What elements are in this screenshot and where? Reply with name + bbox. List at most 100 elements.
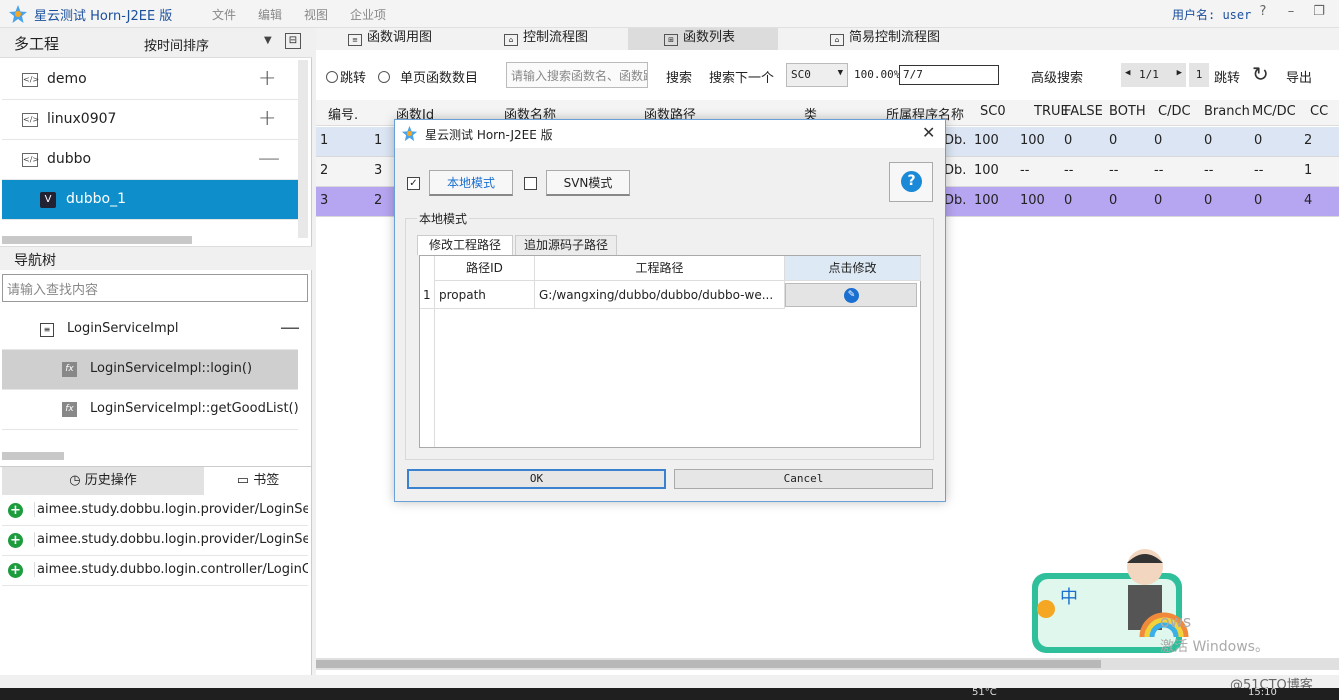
local-mode-checkbox[interactable]: ✓ (407, 177, 420, 190)
col-header-project-path[interactable]: 工程路径 (535, 256, 785, 281)
scrollbar-thumb[interactable] (316, 660, 1101, 668)
page-number-input[interactable]: 1 (1189, 63, 1209, 87)
advanced-search-button[interactable]: 高级搜索 (1031, 67, 1083, 86)
cell: 0 (1204, 133, 1213, 148)
activate-windows-line1: ows (1160, 612, 1192, 631)
cell: 2 (374, 193, 383, 208)
col-header[interactable]: BOTH (1109, 104, 1146, 119)
dialog-title-bar: 星云测试 Horn-J2EE 版 ✕ (395, 120, 945, 148)
collapse-icon[interactable]: — (258, 146, 280, 171)
jump-button[interactable]: 跳转 (1214, 67, 1240, 86)
prev-page-icon[interactable]: ◀ (1125, 68, 1130, 78)
project-item-dubbo[interactable]: </> dubbo — (2, 140, 298, 180)
code-file-icon: </> (22, 153, 39, 167)
toolbar: 跳转 单页函数数目 请输入搜索函数名、函数路径 搜索 搜索下一个 SC0 ▼ 10… (316, 58, 1339, 94)
range-input[interactable]: 7/7 (899, 65, 999, 85)
history-row[interactable]: + aimee.study.dobbu.login.provider/Login… (2, 496, 308, 526)
cell: 100 (1020, 133, 1045, 148)
tree-item-class[interactable]: ≡ LoginServiceImpl — (2, 310, 300, 350)
projects-vertical-scrollbar[interactable] (298, 60, 308, 238)
bookmark-icon: ▭ (236, 473, 254, 488)
code-file-icon: </> (22, 73, 39, 87)
projects-title: 多工程 (14, 35, 60, 53)
tab-control-flow[interactable]: ⌂ 控制流程图 (504, 28, 624, 50)
col-header[interactable]: C/DC (1158, 104, 1191, 119)
path-id-cell[interactable]: propath (435, 281, 535, 309)
expand-icon[interactable]: + (258, 106, 276, 131)
tab-history[interactable]: ◷ 历史操作 (2, 467, 204, 495)
col-header-edit[interactable]: 点击修改 (785, 256, 921, 281)
svn-mode-button[interactable]: SVN模式 (546, 170, 630, 196)
menu-edit[interactable]: 编辑 (258, 6, 282, 23)
svn-mode-checkbox[interactable] (524, 177, 537, 190)
collapse-icon[interactable]: — (280, 315, 300, 339)
help-window-button[interactable]: ? (1256, 4, 1270, 19)
function-search-input[interactable]: 请输入搜索函数名、函数路径 (506, 62, 648, 88)
local-mode-button[interactable]: 本地模式 (429, 170, 513, 196)
search-button[interactable]: 搜索 (666, 67, 692, 86)
tab-bookmarks[interactable]: ▭ 书签 (206, 467, 310, 495)
settings-dialog: 星云测试 Horn-J2EE 版 ✕ ✓ 本地模式 SVN模式 ? 本地模式 修… (394, 119, 946, 502)
coverage-percent: 100.00% (854, 68, 901, 81)
tab-control-flow-label: 控制流程图 (523, 30, 589, 45)
taskbar-clock: 15:10 (1248, 687, 1277, 698)
function-icon: fx (62, 362, 77, 377)
nav-horizontal-scrollbar[interactable] (2, 452, 64, 460)
col-header[interactable]: SC0 (980, 104, 1006, 119)
restore-button[interactable]: ❐ (1312, 4, 1326, 19)
project-item-demo[interactable]: </> demo + (2, 60, 298, 100)
chevron-down-icon: ▼ (837, 68, 843, 78)
metric-select[interactable]: SC0 ▼ (786, 63, 848, 87)
edit-path-button[interactable]: ✎ (785, 283, 917, 307)
jump-radio-label: 跳转 (340, 71, 367, 86)
help-button[interactable]: ? (889, 162, 933, 202)
add-icon: + (8, 563, 23, 578)
menu-file[interactable]: 文件 (212, 6, 236, 23)
search-next-button[interactable]: 搜索下一个 (709, 67, 774, 86)
history-row[interactable]: + aimee.study.dubbo.login.controller/Log… (2, 556, 308, 586)
col-header[interactable]: FALSE (1064, 104, 1103, 119)
nav-search-input[interactable]: 请输入查找内容 (2, 274, 308, 302)
refresh-icon[interactable]: ↻ (1252, 62, 1269, 86)
tab-append-source-path[interactable]: 追加源码子路径 (515, 235, 617, 255)
jump-radio[interactable]: 跳转 (326, 67, 366, 86)
tab-function-list[interactable]: ⊞ 函数列表 (628, 28, 778, 50)
sort-dropdown[interactable]: 按时间排序 (144, 35, 209, 54)
project-path-cell[interactable]: G:/wangxing/dubbo/dubbo/dubbo-we... (535, 281, 785, 309)
pencil-icon: ✎ (844, 288, 859, 303)
title-bar: 星云测试 Horn-J2EE 版 文件 编辑 视图 企业项 用户名: user … (0, 0, 1339, 28)
chevron-down-icon[interactable]: ▼ (264, 35, 272, 46)
expand-icon[interactable]: + (258, 66, 276, 91)
close-icon[interactable]: ✕ (922, 123, 935, 142)
collapse-all-icon[interactable]: ⊟ (285, 33, 301, 49)
next-page-icon[interactable]: ▶ (1177, 68, 1182, 78)
menu-view[interactable]: 视图 (304, 6, 328, 23)
single-page-radio[interactable]: 单页函数数目 (378, 67, 478, 86)
col-header[interactable]: Branch (1204, 104, 1250, 119)
cell: Db. (944, 193, 967, 208)
metric-select-value: SC0 (791, 68, 811, 81)
col-header[interactable]: 编号. (328, 104, 358, 123)
tree-item-method-getgoodlist[interactable]: fx LoginServiceImpl::getGoodList() (2, 390, 299, 430)
cell: Db. (944, 163, 967, 178)
cancel-button[interactable]: Cancel (674, 469, 933, 489)
projects-horizontal-scrollbar[interactable] (2, 236, 192, 244)
tab-simple-flow[interactable]: ⌂ 简易控制流程图 (830, 28, 980, 50)
project-item-linux0907[interactable]: </> linux0907 + (2, 100, 298, 140)
menu-enterprise[interactable]: 企业项 (350, 6, 386, 23)
tree-item-method-login[interactable]: fx LoginServiceImpl::login() (2, 350, 298, 390)
history-row[interactable]: + aimee.study.dobbu.login.provider/Login… (2, 526, 308, 556)
project-child-dubbo-1[interactable]: V dubbo_1 (2, 180, 298, 220)
export-button[interactable]: 导出 (1286, 67, 1312, 86)
col-header[interactable]: CC (1310, 104, 1328, 119)
cell: 3 (374, 163, 383, 178)
ok-button[interactable]: OK (407, 469, 666, 489)
tab-call-graph[interactable]: ≡ 函数调用图 (348, 28, 458, 50)
col-header[interactable]: MC/DC (1252, 104, 1296, 119)
col-header-path-id[interactable]: 路径ID (435, 256, 535, 281)
grid-horizontal-scrollbar[interactable] (316, 658, 1339, 670)
add-icon: + (8, 503, 23, 518)
minimize-button[interactable]: – (1284, 4, 1298, 19)
tab-edit-project-path[interactable]: 修改工程路径 (417, 235, 513, 255)
history-text: aimee.study.dobbu.login.provider/LoginSe… (34, 502, 308, 517)
